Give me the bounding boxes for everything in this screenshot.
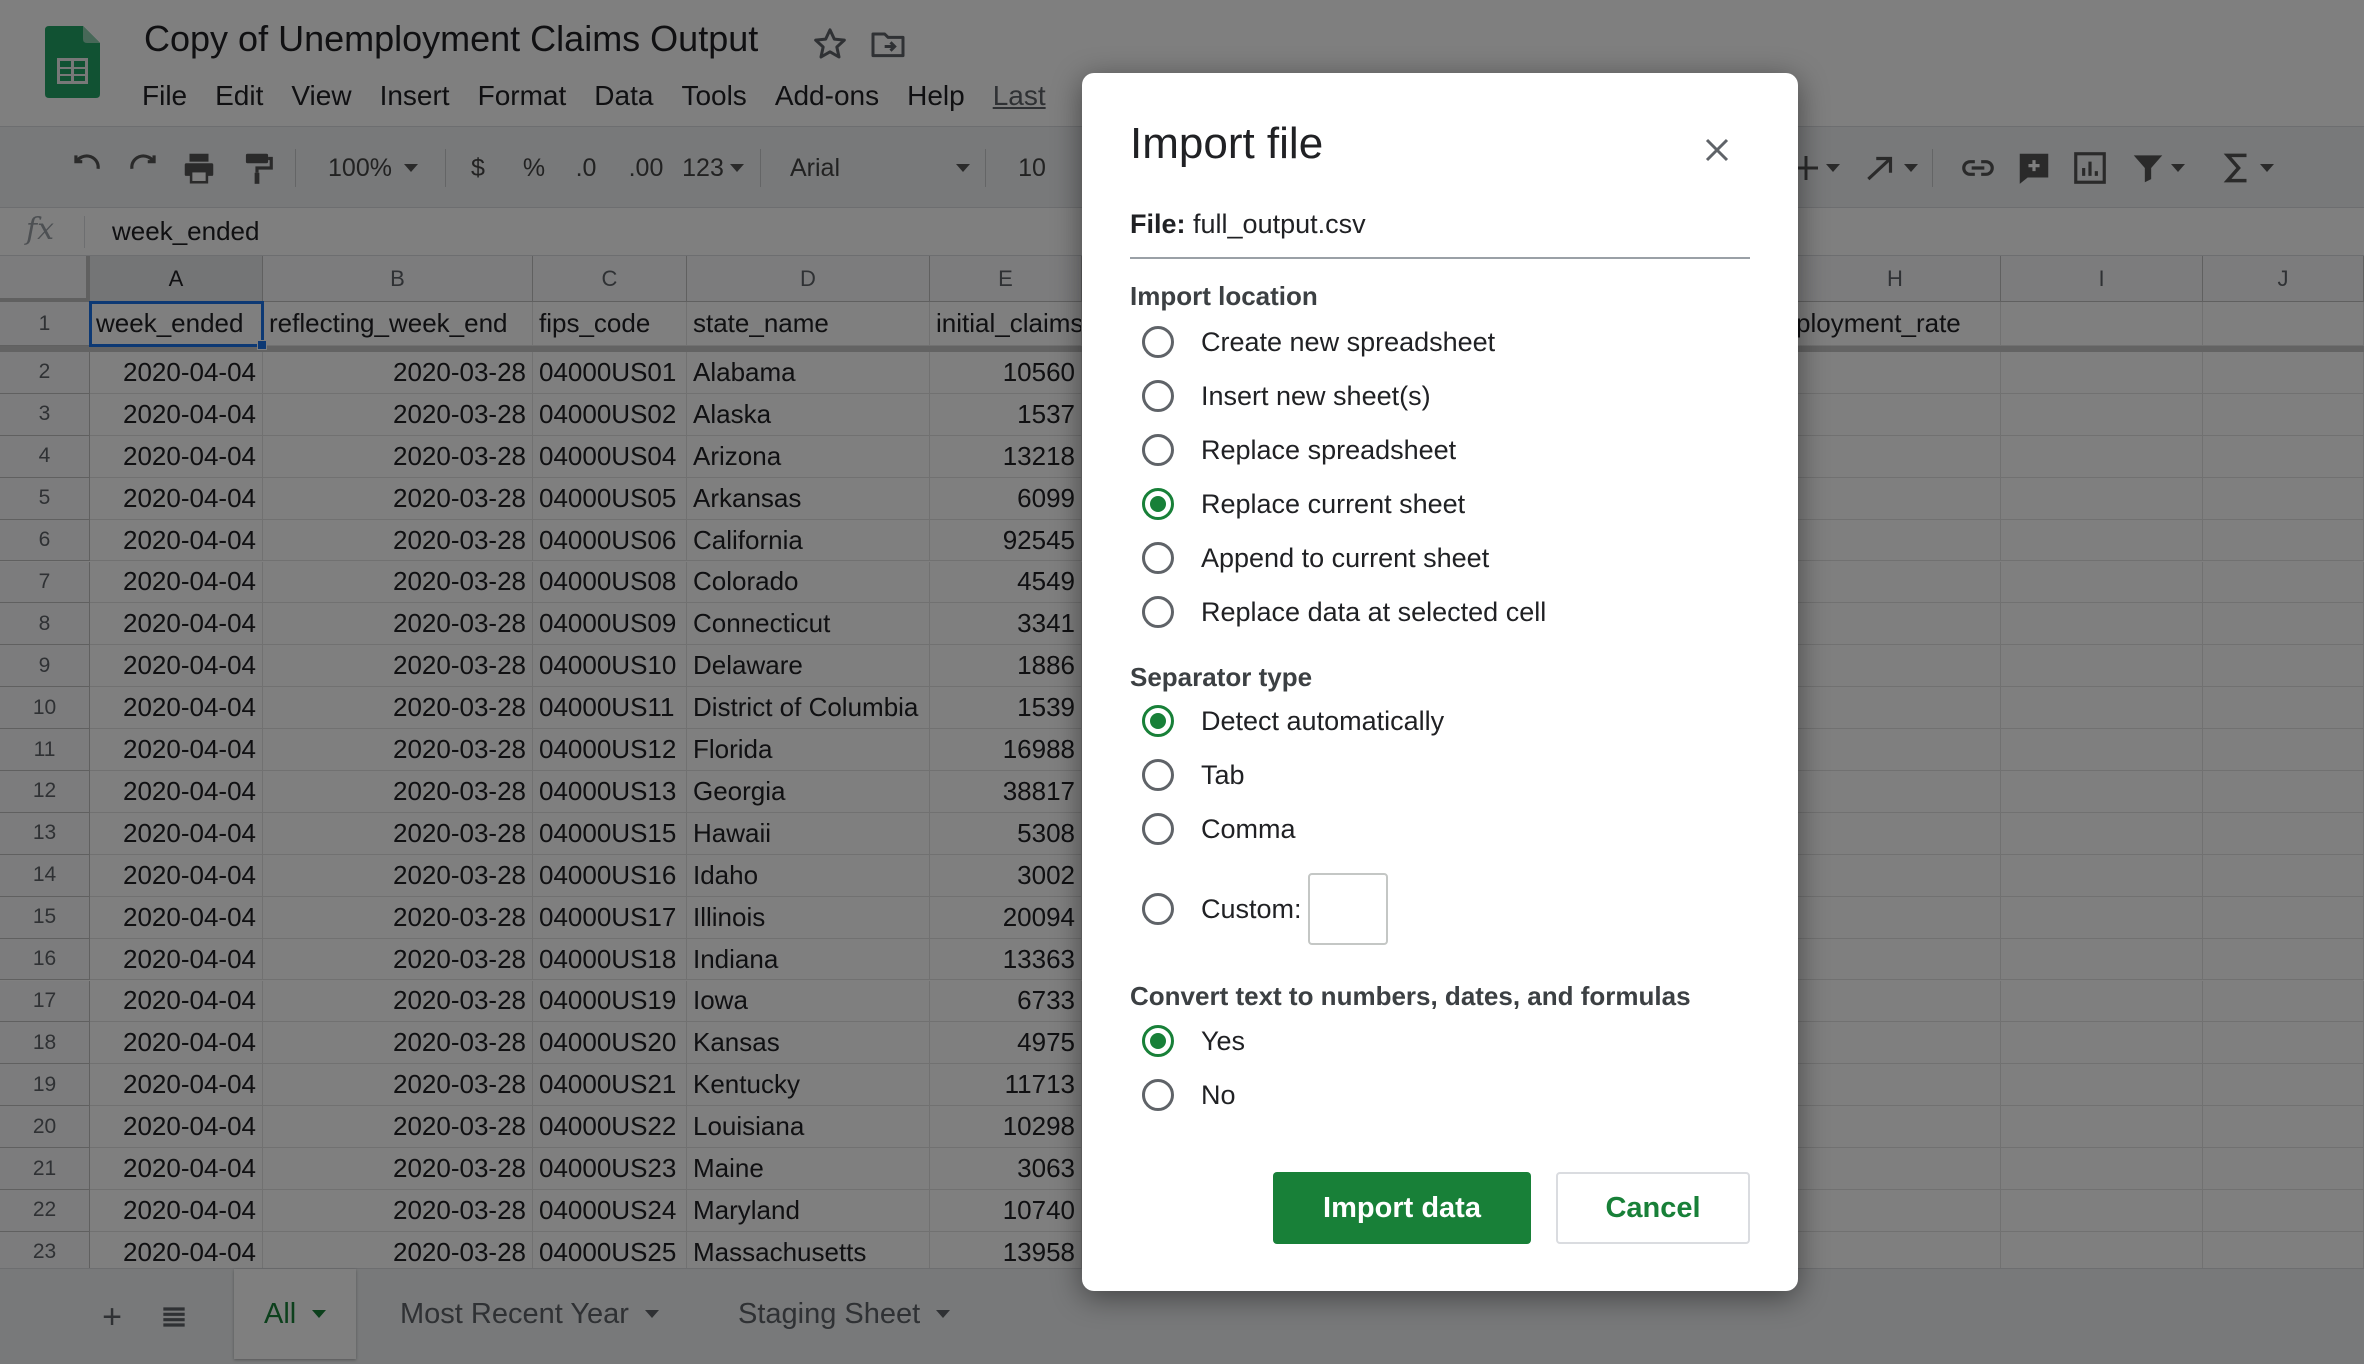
file-name: full_output.csv [1193, 209, 1366, 239]
radio-label[interactable]: Replace current sheet [1201, 489, 1465, 520]
radio-button[interactable] [1142, 542, 1174, 574]
radio-option-insert-new-sheet-s[interactable]: Insert new sheet(s) [1142, 376, 1431, 416]
radio-option-create-new-spreadsheet[interactable]: Create new spreadsheet [1142, 322, 1495, 362]
radio-label[interactable]: Comma [1201, 814, 1296, 845]
cancel-button[interactable]: Cancel [1556, 1172, 1750, 1244]
radio-option-replace-current-sheet[interactable]: Replace current sheet [1142, 484, 1465, 524]
radio-option-replace-spreadsheet[interactable]: Replace spreadsheet [1142, 430, 1456, 470]
radio-button[interactable] [1142, 1025, 1174, 1057]
radio-option-no[interactable]: No [1142, 1075, 1236, 1115]
convert-text-label: Convert text to numbers, dates, and form… [1130, 981, 1691, 1011]
radio-label[interactable]: Append to current sheet [1201, 543, 1489, 574]
radio-label[interactable]: Detect automatically [1201, 706, 1444, 737]
radio-option-custom[interactable]: Custom: [1142, 889, 1302, 929]
radio-button[interactable] [1142, 705, 1174, 737]
radio-label[interactable]: No [1201, 1080, 1236, 1111]
radio-button[interactable] [1142, 326, 1174, 358]
radio-option-yes[interactable]: Yes [1142, 1021, 1245, 1061]
radio-label[interactable]: Replace data at selected cell [1201, 597, 1546, 628]
radio-button[interactable] [1142, 893, 1174, 925]
radio-button[interactable] [1142, 596, 1174, 628]
radio-button[interactable] [1142, 813, 1174, 845]
radio-button[interactable] [1142, 434, 1174, 466]
file-label: File: [1130, 209, 1186, 239]
radio-label[interactable]: Yes [1201, 1026, 1245, 1057]
radio-label[interactable]: Insert new sheet(s) [1201, 381, 1431, 412]
dialog-title: Import file [1130, 119, 1324, 168]
radio-label[interactable]: Tab [1201, 760, 1245, 791]
import-data-button[interactable]: Import data [1273, 1172, 1531, 1244]
radio-button[interactable] [1142, 1079, 1174, 1111]
radio-label[interactable]: Create new spreadsheet [1201, 327, 1495, 358]
radio-button[interactable] [1142, 380, 1174, 412]
radio-option-tab[interactable]: Tab [1142, 755, 1245, 795]
radio-option-append-to-current-sheet[interactable]: Append to current sheet [1142, 538, 1489, 578]
radio-option-comma[interactable]: Comma [1142, 809, 1296, 849]
file-name-row: File: full_output.csv [1130, 209, 1750, 259]
separator-type-label: Separator type [1130, 662, 1313, 692]
radio-option-replace-data-at-selected-cell[interactable]: Replace data at selected cell [1142, 592, 1546, 632]
radio-button[interactable] [1142, 759, 1174, 791]
close-icon[interactable] [1695, 128, 1739, 172]
radio-button[interactable] [1142, 488, 1174, 520]
radio-option-detect-automatically[interactable]: Detect automatically [1142, 701, 1444, 741]
import-file-dialog: Import file File: full_output.csv Import… [1082, 73, 1798, 1291]
radio-label[interactable]: Custom: [1201, 894, 1302, 925]
import-location-label: Import location [1130, 281, 1318, 311]
custom-separator-input[interactable] [1308, 873, 1388, 945]
radio-label[interactable]: Replace spreadsheet [1201, 435, 1456, 466]
